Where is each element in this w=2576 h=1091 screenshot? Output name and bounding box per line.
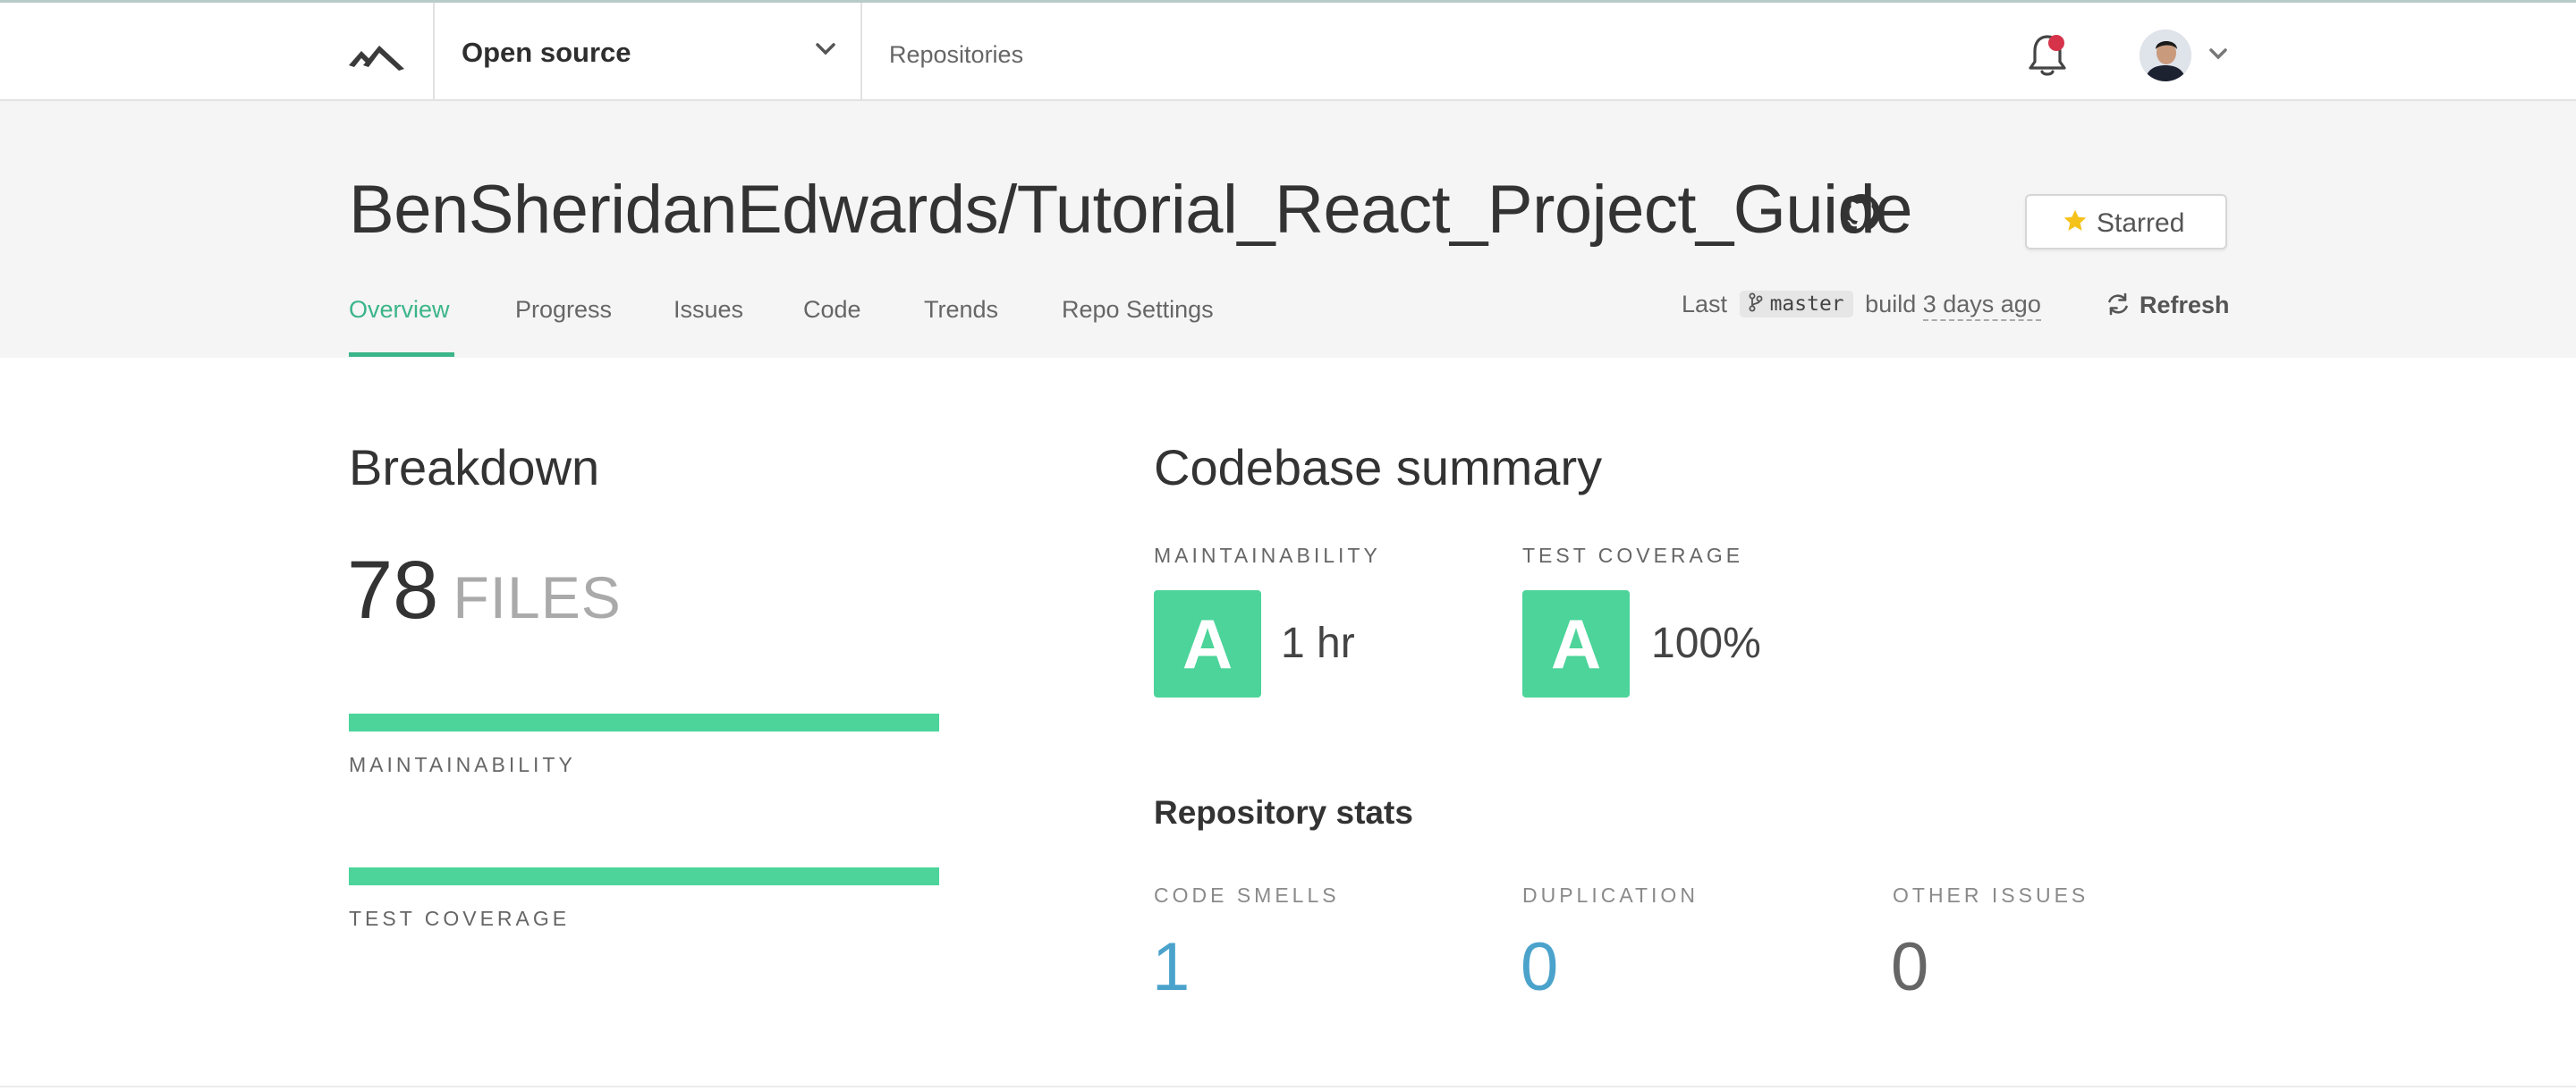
maintainability-value: 1 hr: [1281, 620, 1355, 667]
last-build-prefix: Last: [1682, 291, 1728, 317]
test-coverage-label: TEST COVERAGE: [1522, 544, 1744, 567]
maintainability-bar[interactable]: [349, 714, 939, 732]
org-selector-label: Open source: [462, 37, 631, 68]
code-smells-count[interactable]: 1: [1152, 928, 1190, 1006]
last-build-info: Last master build 3 days ago: [1682, 291, 2041, 326]
chevron-down-icon: [816, 43, 835, 55]
files-count-number: 78: [347, 545, 439, 636]
avatar[interactable]: [2140, 30, 2191, 81]
refresh-label: Refresh: [2140, 292, 2230, 318]
maintainability-bar-fill: [349, 714, 939, 732]
user-photo: [2140, 30, 2191, 81]
duplication-label: DUPLICATION: [1522, 884, 1699, 907]
branch-name: master: [1769, 292, 1844, 316]
code-smells-label: CODE SMELLS: [1154, 884, 1340, 907]
files-count-unit: FILES: [453, 564, 622, 630]
duplication-count[interactable]: 0: [1521, 928, 1558, 1006]
tab-issues[interactable]: Issues: [674, 296, 743, 324]
other-issues-label: OTHER ISSUES: [1893, 884, 2089, 907]
repository-stats-heading: Repository stats: [1154, 794, 1413, 831]
tab-overview[interactable]: Overview: [349, 296, 450, 324]
codebase-summary-heading: Codebase summary: [1154, 439, 1603, 495]
test-coverage-grade-badge[interactable]: A: [1522, 590, 1630, 698]
starred-button[interactable]: Starred: [2025, 194, 2227, 249]
test-coverage-bar[interactable]: [349, 867, 939, 885]
maintainability-grade-badge[interactable]: A: [1154, 590, 1261, 698]
codeclimate-logo-icon[interactable]: [349, 38, 404, 71]
tab-repo-settings[interactable]: Repo Settings: [1062, 296, 1214, 324]
git-branch-icon: [1749, 292, 1763, 312]
divider: [0, 1086, 2576, 1087]
notification-dot: [2048, 35, 2064, 51]
star-icon: [2063, 209, 2087, 231]
last-build-middle: build: [1865, 291, 1917, 317]
test-coverage-bar-fill: [349, 867, 939, 885]
chevron-down-icon[interactable]: [2209, 47, 2227, 60]
branch-badge: master: [1739, 291, 1853, 317]
refresh-button[interactable]: Refresh: [2106, 292, 2230, 319]
tab-code[interactable]: Code: [803, 296, 861, 324]
top-navbar: Open source Repositories: [0, 0, 2576, 101]
files-count: 78 FILES: [347, 544, 622, 638]
github-icon[interactable]: [1843, 194, 1880, 232]
tab-trends[interactable]: Trends: [924, 296, 998, 324]
page-title: BenSheridanEdwards/Tutorial_React_Projec…: [349, 172, 1913, 248]
refresh-icon: [2108, 292, 2128, 316]
tab-progress[interactable]: Progress: [515, 296, 612, 324]
last-build-time[interactable]: 3 days ago: [1922, 291, 2041, 321]
org-selector[interactable]: Open source: [433, 3, 862, 99]
breakdown-heading: Breakdown: [349, 439, 600, 495]
repositories-link[interactable]: Repositories: [889, 41, 1023, 69]
maintainability-bar-label: MAINTAINABILITY: [349, 753, 576, 776]
test-coverage-value: 100%: [1651, 620, 1761, 667]
repo-header: BenSheridanEdwards/Tutorial_React_Projec…: [0, 101, 2576, 358]
maintainability-label: MAINTAINABILITY: [1154, 544, 1381, 567]
test-coverage-bar-label: TEST COVERAGE: [349, 907, 571, 930]
active-tab-indicator: [349, 352, 454, 357]
starred-button-label: Starred: [2097, 208, 2185, 238]
other-issues-count: 0: [1891, 929, 1929, 1005]
